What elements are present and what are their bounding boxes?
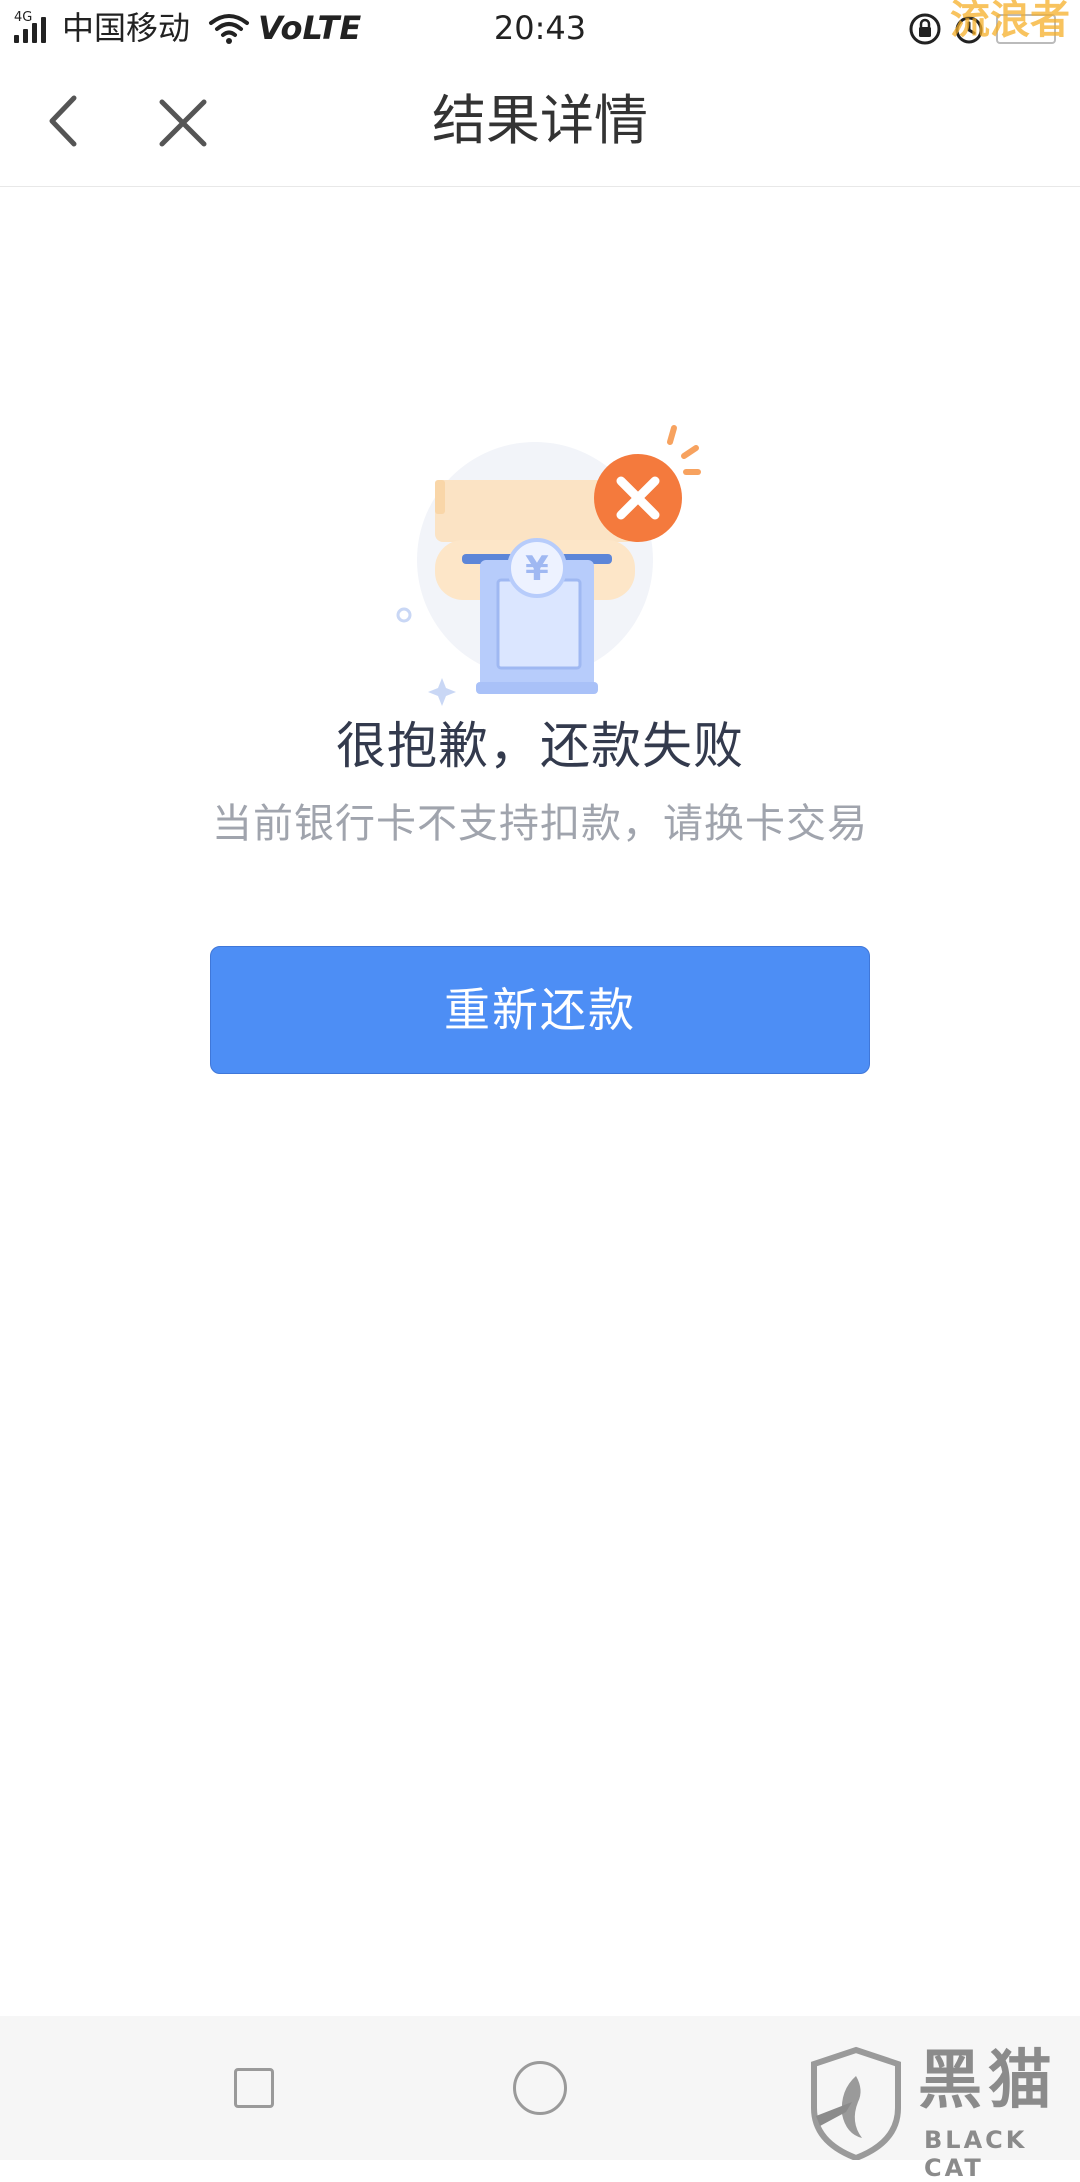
black-cat-logo-icon xyxy=(811,2046,901,2160)
status-bar: 4G 中国移动 VoLTE 20:43 流浪者 xyxy=(0,0,1080,56)
currency-symbol: ¥ xyxy=(525,549,549,589)
watermark-text: 流浪者 xyxy=(950,0,1070,43)
rotation-lock-icon xyxy=(909,13,941,45)
retry-repayment-button[interactable]: 重新还款 xyxy=(210,946,870,1074)
watermark-brand-en: BLACK CAT xyxy=(924,2126,1028,2182)
home-button[interactable] xyxy=(513,2061,567,2115)
recent-apps-button[interactable] xyxy=(234,2068,274,2108)
page-title: 结果详情 xyxy=(432,89,648,152)
nav-bar: 结果详情 xyxy=(0,56,1080,187)
result-subtitle: 当前银行卡不支持扣款，请换卡交易 xyxy=(212,801,868,847)
payment-failed-illustration: ¥ xyxy=(396,425,701,706)
system-nav-bar: 黑猫 BLACK CAT xyxy=(0,2016,1080,2182)
result-title: 很抱歉，还款失败 xyxy=(336,717,744,775)
watermark-brand-cn: 黑猫 xyxy=(918,2044,1058,2118)
